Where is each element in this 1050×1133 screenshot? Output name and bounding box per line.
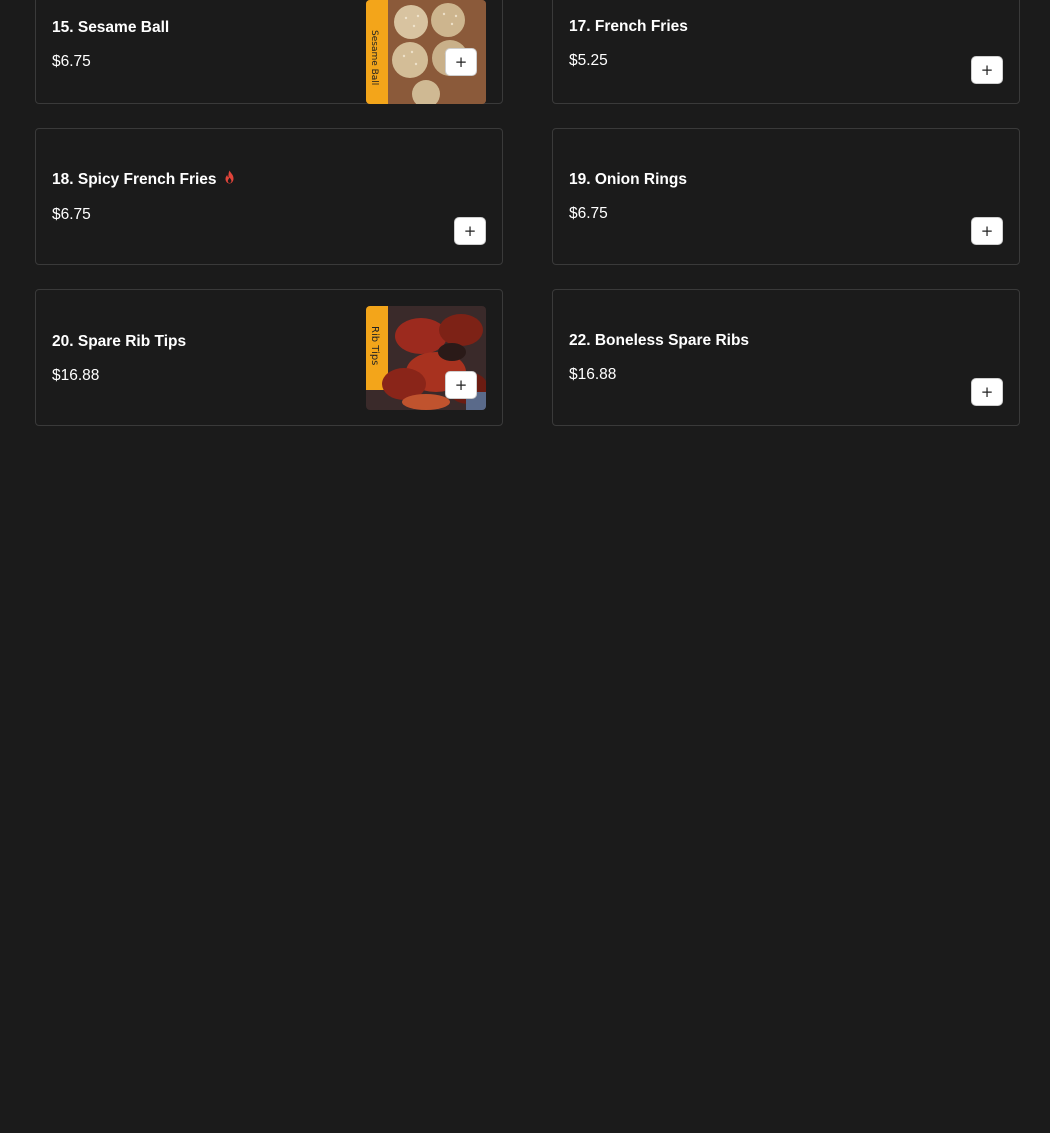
- menu-item-card[interactable]: 19. Onion Rings $6.75 +: [552, 128, 1020, 265]
- menu-item-card[interactable]: 22. Boneless Spare Ribs $16.88 +: [552, 289, 1020, 426]
- item-price: $16.88: [569, 366, 617, 383]
- plus-icon: +: [454, 375, 468, 394]
- menu-item-card[interactable]: 18. Spicy French Fries $6.75 +: [35, 128, 503, 265]
- item-title: 22. Boneless Spare Ribs: [569, 332, 750, 349]
- item-price: $6.75: [52, 206, 91, 223]
- add-to-cart-button[interactable]: +: [454, 217, 486, 245]
- svg-text:Rib Tips: Rib Tips: [369, 326, 380, 365]
- menu-item-card[interactable]: 17. French Fries $5.25 +: [552, 0, 1020, 104]
- plus-icon: +: [463, 221, 477, 240]
- menu-item-card[interactable]: 15. Sesame Ball $6.75 Sesame Ball +: [35, 0, 503, 104]
- item-title: 19. Onion Rings: [569, 171, 687, 188]
- add-to-cart-button[interactable]: +: [971, 56, 1003, 84]
- item-name: 18. Spicy French Fries: [52, 170, 236, 189]
- plus-icon: +: [980, 60, 994, 79]
- plus-icon: +: [980, 382, 994, 401]
- item-name: 20. Spare Rib Tips: [52, 333, 186, 351]
- add-to-cart-button[interactable]: +: [445, 371, 477, 399]
- add-to-cart-button[interactable]: +: [971, 217, 1003, 245]
- item-name: 17. French Fries: [569, 18, 688, 36]
- item-name: 15. Sesame Ball: [52, 19, 169, 37]
- menu-grid: 15. Sesame Ball $6.75 Sesame Ball + 17. …: [0, 0, 1050, 1133]
- item-title: 17. French Fries: [569, 18, 688, 35]
- item-price: $5.25: [569, 52, 608, 69]
- add-to-cart-button[interactable]: +: [971, 378, 1003, 406]
- item-name: 19. Onion Rings: [569, 171, 687, 189]
- svg-text:Sesame Ball: Sesame Ball: [369, 30, 379, 85]
- item-price: $16.88: [52, 367, 100, 384]
- plus-icon: +: [454, 52, 468, 71]
- item-title: 20. Spare Rib Tips: [52, 333, 187, 350]
- fire-icon: [223, 170, 236, 184]
- item-price: $6.75: [569, 205, 608, 222]
- add-to-cart-button[interactable]: +: [445, 48, 477, 76]
- menu-item-card[interactable]: 20. Spare Rib Tips $16.88 Rib Tips +: [35, 289, 503, 426]
- item-name: 22. Boneless Spare Ribs: [569, 332, 749, 350]
- item-price: $6.75: [52, 53, 91, 70]
- item-title: 18. Spicy French Fries: [52, 171, 217, 188]
- plus-icon: +: [980, 221, 994, 240]
- item-title: 15. Sesame Ball: [52, 19, 170, 36]
